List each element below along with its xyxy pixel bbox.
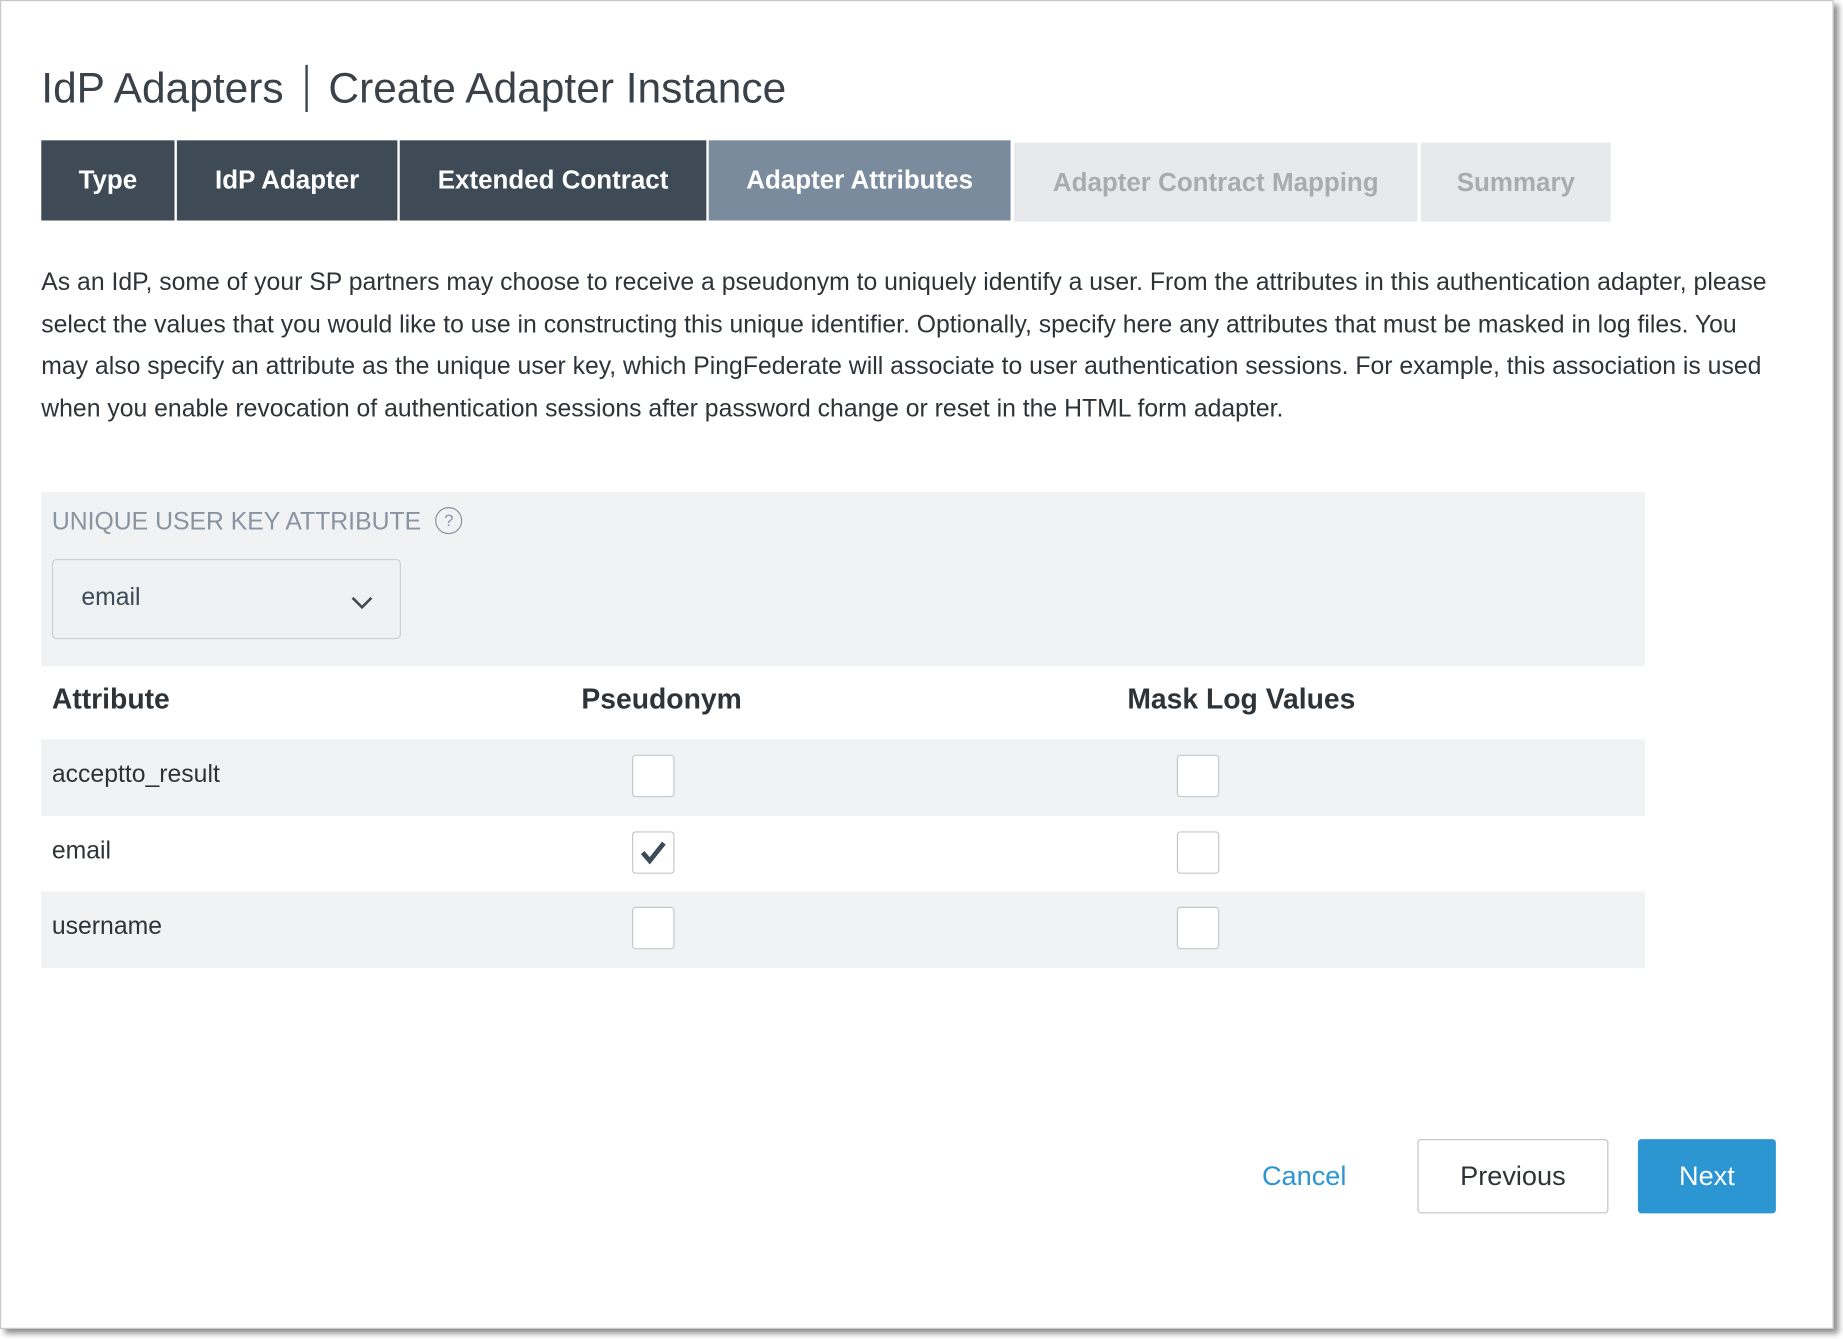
table-row: username [41, 891, 1645, 969]
pseudonym-checkbox[interactable] [632, 906, 675, 950]
tab-label: Adapter Attributes [746, 165, 974, 195]
tab-summary: Summary [1420, 142, 1611, 222]
tab-adapter-attributes[interactable]: Adapter Attributes [708, 140, 1011, 221]
table-row: email [41, 815, 1645, 892]
previous-button[interactable]: Previous [1417, 1139, 1609, 1214]
pseudonym-checkbox[interactable] [632, 754, 675, 798]
tab-label: Type [78, 165, 138, 195]
mask-log-values-checkbox[interactable] [1176, 830, 1220, 874]
unique-user-key-select[interactable]: email [51, 558, 401, 640]
title-section: IdP Adapters [41, 63, 284, 113]
column-header-mask-log-values: Mask Log Values [1127, 683, 1356, 716]
title-page: Create Adapter Instance [328, 63, 787, 113]
table-row: acceptto_result [41, 739, 1645, 817]
cancel-button[interactable]: Cancel [1238, 1139, 1370, 1212]
page-title: IdP Adapters Create Adapter Instance [41, 64, 786, 114]
attribute-name: username [51, 912, 163, 940]
tab-label: Summary [1456, 166, 1575, 197]
description-text: As an IdP, some of your SP partners may … [41, 268, 1767, 422]
column-header-attribute: Attribute [51, 683, 170, 716]
chevron-down-icon [351, 596, 373, 610]
tab-adapter-contract-mapping: Adapter Contract Mapping [1014, 142, 1418, 222]
tab-label: Extended Contract [437, 165, 669, 195]
column-header-pseudonym: Pseudonym [581, 683, 742, 716]
unique-user-key-label: UNIQUE USER KEY ATTRIBUTE ? [51, 506, 463, 536]
mask-log-values-checkbox[interactable] [1176, 906, 1220, 950]
help-icon[interactable]: ? [435, 506, 463, 534]
attribute-name: email [51, 836, 112, 864]
checkmark-icon [640, 841, 666, 864]
attribute-name: acceptto_result [51, 760, 220, 788]
field-label: UNIQUE USER KEY ATTRIBUTE [51, 508, 422, 536]
pseudonym-checkbox[interactable] [632, 830, 675, 874]
title-divider [304, 64, 308, 113]
next-button[interactable]: Next [1637, 1139, 1776, 1214]
tab-label: IdP Adapter [215, 165, 360, 195]
mask-log-values-checkbox[interactable] [1176, 754, 1220, 798]
tab-extended-contract[interactable]: Extended Contract [399, 140, 707, 221]
tab-type[interactable]: Type [41, 140, 175, 221]
tab-idp-adapter[interactable]: IdP Adapter [176, 140, 398, 221]
select-value: email [81, 583, 141, 611]
tab-label: Adapter Contract Mapping [1052, 166, 1379, 197]
